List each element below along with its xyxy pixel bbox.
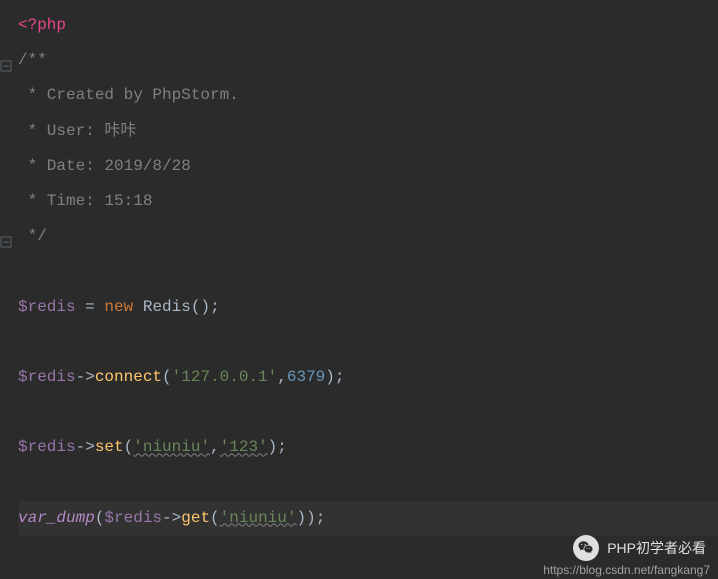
code-line: <?php: [18, 8, 718, 43]
doc-time-label: * Time:: [18, 192, 104, 210]
paren: ): [306, 509, 316, 527]
watermark-text: PHP初学者必看: [607, 538, 706, 558]
paren: (: [124, 438, 134, 456]
function-vardump: var_dump: [18, 509, 95, 527]
number-port: 6379: [287, 368, 325, 386]
string-value: '123': [220, 438, 268, 456]
comma: ,: [277, 368, 287, 386]
fold-icon[interactable]: [0, 51, 12, 63]
doc-user-value: 咔咔: [104, 122, 136, 140]
paren: (: [210, 509, 220, 527]
doc-date-label: * Date:: [18, 157, 104, 175]
fold-icon[interactable]: [0, 227, 12, 239]
code-line: /**: [18, 43, 718, 78]
php-open-tag: <?php: [18, 16, 66, 34]
variable: $redis: [18, 438, 76, 456]
variable: $redis: [104, 509, 162, 527]
code-line: */: [18, 219, 718, 254]
semicolon: ;: [316, 509, 326, 527]
class-name: Redis: [133, 298, 191, 316]
paren: ): [325, 368, 335, 386]
code-line: * Date: 2019/8/28: [18, 149, 718, 184]
code-line: * User: 咔咔: [18, 114, 718, 149]
code-line: $redis->connect('127.0.0.1',6379);: [18, 360, 718, 395]
doc-date-value: 2019/8/28: [104, 157, 190, 175]
string-host: '127.0.0.1': [172, 368, 278, 386]
comma: ,: [210, 438, 220, 456]
operator: =: [76, 298, 105, 316]
semicolon: ;: [277, 438, 287, 456]
variable: $redis: [18, 368, 76, 386]
docblock-close: */: [18, 227, 47, 245]
method-get: get: [181, 509, 210, 527]
doc-time-value: 15:18: [104, 192, 152, 210]
watermark-url: https://blog.csdn.net/fangkang7: [543, 563, 710, 577]
code-line: * Created by PhpStorm.: [18, 78, 718, 113]
code-line: [18, 465, 718, 500]
variable: $redis: [18, 298, 76, 316]
arrow: ->: [162, 509, 181, 527]
doc-user-label: * User:: [18, 122, 104, 140]
semicolon: ;: [210, 298, 220, 316]
arrow: ->: [76, 368, 95, 386]
code-line: $redis->set('niuniu','123');: [18, 430, 718, 465]
code-line: [18, 254, 718, 289]
paren: ): [268, 438, 278, 456]
keyword-new: new: [104, 298, 133, 316]
wechat-icon: [573, 535, 599, 561]
paren: (: [95, 509, 105, 527]
code-line: [18, 395, 718, 430]
method-set: set: [95, 438, 124, 456]
string-key: 'niuniu': [220, 509, 297, 527]
paren: (: [162, 368, 172, 386]
method-connect: connect: [95, 368, 162, 386]
code-line-current: var_dump($redis->get('niuniu'));: [18, 501, 718, 536]
paren: ): [296, 509, 306, 527]
watermark-badge: PHP初学者必看: [573, 535, 706, 561]
code-line: [18, 325, 718, 360]
paren: ): [200, 298, 210, 316]
code-line: $redis = new Redis();: [18, 290, 718, 325]
doc-created: * Created by PhpStorm.: [18, 86, 239, 104]
paren: (: [191, 298, 201, 316]
string-key: 'niuniu': [133, 438, 210, 456]
docblock-open: /**: [18, 51, 47, 69]
code-line: * Time: 15:18: [18, 184, 718, 219]
arrow: ->: [76, 438, 95, 456]
code-editor[interactable]: <?php /** * Created by PhpStorm. * User:…: [0, 0, 718, 544]
semicolon: ;: [335, 368, 345, 386]
